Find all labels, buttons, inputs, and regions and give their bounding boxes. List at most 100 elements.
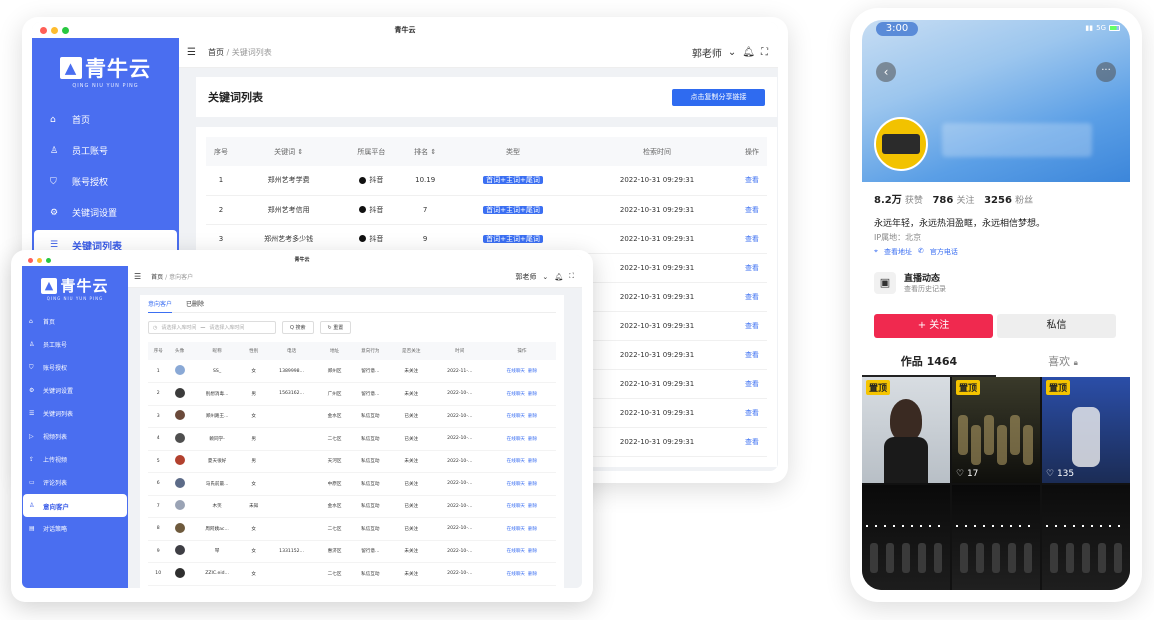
chat-link[interactable]: 在线聊天 <box>507 437 525 442</box>
sidebar-item-user[interactable]: ♙ 员工账号 <box>34 135 177 166</box>
fullscreen-icon[interactable]: ⛶ <box>569 272 574 281</box>
more-icon[interactable]: ··· <box>1096 62 1116 82</box>
view-link[interactable]: 查看 <box>737 369 767 398</box>
view-link[interactable]: 查看 <box>737 398 767 427</box>
delete-link[interactable]: 删除 <box>528 392 537 397</box>
view-link[interactable]: 查看 <box>737 195 767 224</box>
delete-link[interactable]: 删除 <box>528 459 537 464</box>
menu-fold-icon[interactable]: ☰ <box>134 272 141 281</box>
close-dot-icon[interactable] <box>28 258 33 263</box>
view-link[interactable]: 查看 <box>737 340 767 369</box>
chat-link[interactable]: 在线聊天 <box>507 392 525 397</box>
delete-link[interactable]: 删除 <box>528 572 537 577</box>
chat-link[interactable]: 在线聊天 <box>507 527 525 532</box>
view-link[interactable]: 查看 <box>737 224 767 253</box>
bell-icon[interactable]: 🔔︎ <box>554 273 563 281</box>
following-count[interactable]: 786 <box>932 195 953 206</box>
nickname-cell: SS_ <box>213 368 222 374</box>
message-button[interactable]: 私信 <box>997 314 1116 338</box>
close-dot-icon[interactable] <box>40 26 47 34</box>
chat-link[interactable]: 在线聊天 <box>507 369 525 374</box>
chevron-down-icon[interactable]: ⌄ <box>728 47 736 58</box>
tab-works[interactable]: 作品 1464 <box>862 353 996 377</box>
sidebar-item-gear[interactable]: ⚙ 关键词设置 <box>23 379 127 402</box>
sidebar-item-shield[interactable]: ⛉ 账号授权 <box>23 356 127 379</box>
user-name[interactable]: 郭老师 <box>515 272 536 282</box>
sidebar-item-strategy[interactable]: ▤ 对话策略 <box>23 517 127 540</box>
view-link[interactable]: 查看 <box>737 166 767 195</box>
fans-count[interactable]: 3256 <box>984 195 1012 206</box>
tab-intent-customers[interactable]: 意向客户 <box>148 295 173 313</box>
view-link[interactable]: 查看 <box>737 282 767 311</box>
date-range-input[interactable]: ◷ 请选择入库时间 — 请选择入库时间 <box>148 321 276 334</box>
tab-deleted[interactable]: 已删除 <box>186 299 204 308</box>
breadcrumb-home[interactable]: 首页 <box>208 48 224 57</box>
live-history[interactable]: ▣ 直播动态 查看历史记录 <box>874 271 946 294</box>
reset-button[interactable]: ↻ 重置 <box>319 321 352 334</box>
follow-button[interactable]: + 关注 <box>874 314 993 338</box>
avatar-cell <box>168 450 190 473</box>
user-name[interactable]: 郭老师 <box>692 45 722 60</box>
intent-action-cell: 私信互动 <box>361 459 380 465</box>
profile-chips: ⌖ 查看地址 ✆ 官方电话 <box>874 247 958 257</box>
maximize-dot-icon[interactable] <box>46 258 51 263</box>
actions-cell: 在线聊天 删除 <box>488 540 556 563</box>
fullscreen-icon[interactable]: ⛶ <box>761 47 768 58</box>
sidebar-item-home[interactable]: ⌂ 首页 <box>23 310 127 333</box>
view-link[interactable]: 查看 <box>737 311 767 340</box>
row-number: 1 <box>156 368 160 374</box>
chat-link[interactable]: 在线聊天 <box>507 549 525 554</box>
gender-cell: 未知 <box>249 504 259 510</box>
chevron-down-icon[interactable]: ⌄ <box>542 273 548 281</box>
delete-link[interactable]: 删除 <box>528 437 537 442</box>
platform-label: 抖音 <box>369 176 384 185</box>
maximize-dot-icon[interactable] <box>62 26 69 34</box>
bell-icon[interactable]: 🔔︎ <box>742 47 755 58</box>
back-icon[interactable]: ‹ <box>876 62 896 82</box>
menu-fold-icon[interactable]: ☰ <box>187 47 196 58</box>
chat-link[interactable]: 在线聊天 <box>507 414 525 419</box>
avatar[interactable] <box>874 117 928 171</box>
chip-phone[interactable]: 官方电话 <box>930 247 958 257</box>
sidebar-item-home[interactable]: ⌂ 首页 <box>34 104 177 135</box>
video-thumbnail[interactable]: 置顶 ♡ 17 <box>952 377 1040 483</box>
delete-link[interactable]: 删除 <box>528 482 537 487</box>
delete-link[interactable]: 删除 <box>528 527 537 532</box>
breadcrumb-home[interactable]: 首页 <box>151 274 163 281</box>
chat-link[interactable]: 在线聊天 <box>507 572 525 577</box>
chip-address[interactable]: 查看地址 <box>884 247 912 257</box>
sidebar-item-video[interactable]: ▷ 视频列表 <box>23 425 127 448</box>
video-thumbnail[interactable] <box>952 485 1040 590</box>
sidebar-item-shield[interactable]: ⛉ 账号授权 <box>34 166 177 197</box>
sidebar-item-gear[interactable]: ⚙ 关键词设置 <box>34 197 177 228</box>
logo-text: 青牛云 <box>60 277 109 295</box>
video-icon: ▷ <box>29 433 34 440</box>
tab-likes[interactable]: 喜欢 🔒︎ <box>996 353 1130 377</box>
sidebar-item-upload[interactable]: ⇪ 上传视频 <box>23 448 127 471</box>
delete-link[interactable]: 删除 <box>528 414 537 419</box>
chat-link[interactable]: 在线聊天 <box>507 459 525 464</box>
sidebar-item-label: 首页 <box>72 116 91 126</box>
copy-share-link-button[interactable]: 点击复制分享链接 <box>672 88 765 106</box>
sidebar-item-label: 关键词列表 <box>43 411 74 418</box>
delete-link[interactable]: 删除 <box>528 504 537 509</box>
video-thumbnail[interactable]: 置顶 ♡ 135 <box>1042 377 1130 483</box>
search-button[interactable]: Q 搜索 <box>282 321 314 334</box>
minimize-dot-icon[interactable] <box>37 258 42 263</box>
video-thumbnail[interactable]: 置顶 <box>862 377 950 483</box>
chat-link[interactable]: 在线聊天 <box>507 504 525 509</box>
video-thumbnail[interactable] <box>1042 485 1130 590</box>
video-thumbnail[interactable] <box>862 485 950 590</box>
view-link[interactable]: 查看 <box>737 427 767 456</box>
column-header: 昵称 <box>190 342 244 360</box>
delete-link[interactable]: 删除 <box>528 369 537 374</box>
column-header: 头像 <box>168 342 191 360</box>
sidebar-item-customer[interactable]: ♙ 意向客户 <box>23 494 127 517</box>
sidebar-item-list[interactable]: ☰ 关键词列表 <box>23 402 127 425</box>
delete-link[interactable]: 删除 <box>528 549 537 554</box>
sidebar-item-user[interactable]: ♙ 员工账号 <box>23 333 127 356</box>
minimize-dot-icon[interactable] <box>51 26 58 34</box>
view-link[interactable]: 查看 <box>737 253 767 282</box>
sidebar-item-comment[interactable]: ▭ 评论列表 <box>23 471 127 494</box>
chat-link[interactable]: 在线聊天 <box>507 482 525 487</box>
